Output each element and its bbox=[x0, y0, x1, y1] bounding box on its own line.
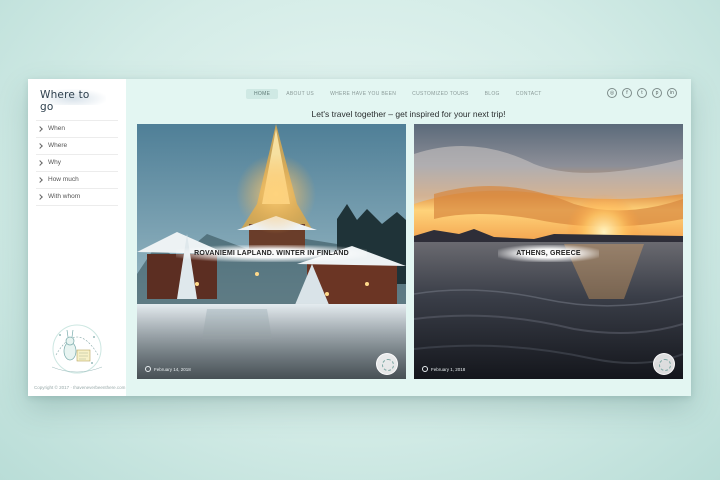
copyright-text: Copyright © 2017 · Ihaveneverbeenthere.c… bbox=[34, 385, 126, 390]
instagram-icon[interactable]: ◎ bbox=[607, 88, 617, 98]
pinterest-icon[interactable]: p bbox=[652, 88, 662, 98]
sidebar-item-label: When bbox=[48, 125, 65, 132]
sidebar-item-why[interactable]: Why bbox=[36, 154, 118, 171]
main-content: HOME ABOUT US WHERE HAVE YOU BEEN CUSTOM… bbox=[126, 79, 691, 396]
site-badge-icon bbox=[653, 353, 675, 375]
social-links: ◎ f t p in bbox=[607, 88, 677, 98]
post-title[interactable]: ROVANIEMI LAPLAND. WINTER IN FINLAND bbox=[137, 245, 406, 262]
site-badge-icon bbox=[376, 353, 398, 375]
sidebar-item-label: Why bbox=[48, 159, 61, 166]
nav-home[interactable]: HOME bbox=[246, 89, 279, 99]
site-logo[interactable]: Where to go bbox=[40, 89, 106, 113]
page-tagline: Let's travel together – get inspired for… bbox=[311, 109, 506, 119]
site-seal-logo[interactable] bbox=[42, 317, 112, 381]
sidebar-item-where[interactable]: Where bbox=[36, 137, 118, 154]
post-card-rovaniemi[interactable]: ROVANIEMI LAPLAND. WINTER IN FINLAND Feb… bbox=[137, 124, 406, 379]
clock-icon bbox=[422, 366, 428, 372]
nav-contact[interactable]: CONTACT bbox=[508, 89, 550, 99]
chevron-right-icon bbox=[37, 126, 43, 132]
linkedin-icon[interactable]: in bbox=[667, 88, 677, 98]
sidebar-item-label: Where bbox=[48, 142, 68, 149]
post-date: February 14, 2018 bbox=[145, 366, 191, 372]
nav-about-us[interactable]: ABOUT US bbox=[278, 89, 322, 99]
chevron-right-icon bbox=[37, 143, 43, 149]
nav-blog[interactable]: BLOG bbox=[477, 89, 508, 99]
sidebar-nav: When Where Why How much With whom bbox=[36, 120, 118, 206]
chevron-right-icon bbox=[37, 194, 43, 200]
sidebar-item-when[interactable]: When bbox=[36, 120, 118, 137]
sidebar-item-label: How much bbox=[48, 176, 79, 183]
chevron-right-icon bbox=[37, 160, 43, 166]
sidebar: Where to go When Where Why How much With… bbox=[28, 79, 126, 396]
chevron-right-icon bbox=[37, 177, 43, 183]
sidebar-item-with-whom[interactable]: With whom bbox=[36, 188, 118, 206]
top-nav: HOME ABOUT US WHERE HAVE YOU BEEN CUSTOM… bbox=[246, 89, 550, 99]
twitter-icon[interactable]: t bbox=[637, 88, 647, 98]
sidebar-item-how-much[interactable]: How much bbox=[36, 171, 118, 188]
post-date: February 1, 2018 bbox=[422, 366, 465, 372]
nav-where-have-you-been[interactable]: WHERE HAVE YOU BEEN bbox=[322, 89, 404, 99]
facebook-icon[interactable]: f bbox=[622, 88, 632, 98]
post-card-athens[interactable]: ATHENS, GREECE February 1, 2018 bbox=[414, 124, 683, 379]
sidebar-item-label: With whom bbox=[48, 193, 81, 200]
post-title[interactable]: ATHENS, GREECE bbox=[414, 245, 683, 262]
nav-customized-tours[interactable]: CUSTOMIZED TOURS bbox=[404, 89, 476, 99]
browser-window: Where to go When Where Why How much With… bbox=[28, 79, 691, 396]
clock-icon bbox=[145, 366, 151, 372]
